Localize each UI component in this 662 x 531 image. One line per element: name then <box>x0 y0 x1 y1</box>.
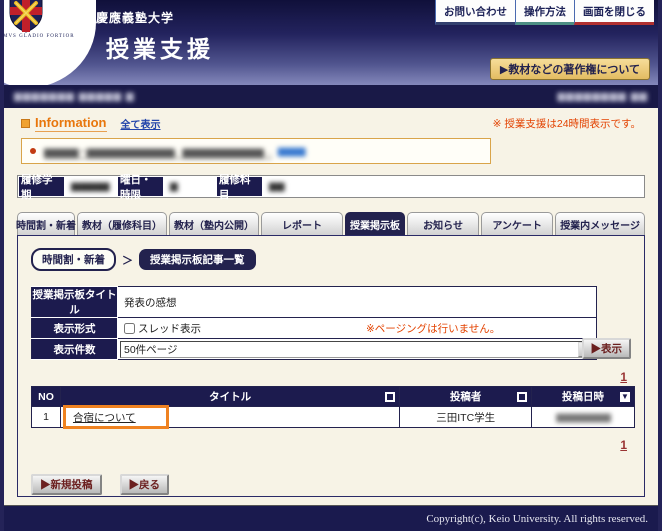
breadcrumb-article-list: 授業掲示板記事一覧 <box>139 249 256 270</box>
new-post-button[interactable]: ▶新規投稿 <box>31 474 102 495</box>
tab-bar: 時間割・新着 教材（履修科目） 教材（塾内公開） レポート 授業掲示板 お知らせ… <box>17 212 645 235</box>
close-screen-button[interactable]: 画面を閉じる <box>574 0 654 25</box>
sort-title-icon[interactable] <box>385 392 395 402</box>
app-window: Keio University CALAMVS GLADIO FORTIOR 慶… <box>0 0 662 531</box>
col-header-posted: 投稿日時 <box>562 389 604 404</box>
header-buttons: お問い合わせ 操作方法 画面を閉じる <box>435 0 654 25</box>
pagination-top: 1 <box>31 368 631 382</box>
sort-posted-desc-icon[interactable]: ▼ <box>620 392 630 402</box>
col-header-no: NO <box>32 387 61 407</box>
tab-report[interactable]: レポート <box>261 212 343 235</box>
display-format-label: 表示形式 <box>32 318 118 339</box>
keio-crest-icon <box>8 0 44 38</box>
pagination-bottom: 1 <box>31 436 631 450</box>
tab-news[interactable]: お知らせ <box>407 212 479 235</box>
board-title-value: 発表の感想 <box>118 287 597 318</box>
breadcrumb-arrow-icon: ＞ <box>122 252 133 268</box>
day-period-value-redacted: ▆ <box>164 176 216 197</box>
row-author: 三田ITC学生 <box>400 407 532 428</box>
breadcrumb: 時間割・新着 ＞ 授業掲示板記事一覧 <box>31 248 631 271</box>
user-name-redacted: ▆▆▆▆▆▆▆ ▆▆▆▆▆ ▆ <box>14 91 135 102</box>
tab-class-message[interactable]: 授業内メッセージ <box>555 212 645 235</box>
materials-copyright-button[interactable]: ▶教材などの著作権について <box>490 58 650 80</box>
help-button[interactable]: 操作方法 <box>515 0 574 25</box>
course-value-redacted: ▆▆ <box>263 176 644 197</box>
information-item-redacted: ▆▆▆▆▆・▆▆▆▆▆▆▆▆▆▆▆▆▆、▆▆▆▆▆▆▆▆▆▆▆▆… <box>44 143 272 159</box>
tab-survey[interactable]: アンケート <box>481 212 553 235</box>
semester-value-redacted: ▆▆▆▆▆ <box>65 176 117 197</box>
logo-area: Keio University CALAMVS GLADIO FORTIOR <box>4 0 96 85</box>
information-title: Information <box>35 115 107 132</box>
semester-label: 履修学期 <box>19 177 64 196</box>
bullet-icon <box>30 148 36 154</box>
show-all-link[interactable]: 全て表示 <box>121 116 161 131</box>
article-link[interactable]: 合宿について <box>73 412 136 424</box>
footer: Copyright(c), Keio University. All right… <box>4 505 658 531</box>
datetime-redacted: ▆▆▆▆▆▆▆▆ ▆▆ <box>557 91 648 102</box>
col-header-title: タイトル <box>209 389 251 404</box>
table-row: 1 合宿について 三田ITC学生 ▆▆▆▆▆▆▆▆ <box>32 407 635 428</box>
board-title-label: 授業掲示板タイトル <box>32 287 118 318</box>
tab-timetable[interactable]: 時間割・新着 <box>17 212 75 235</box>
information-square-icon <box>21 119 30 128</box>
content-panel: 時間割・新着 ＞ 授業掲示板記事一覧 授業掲示板タイトル 発表の感想 表示形式 <box>17 235 645 497</box>
day-period-label: 曜日・時限 <box>118 177 163 196</box>
header: Keio University CALAMVS GLADIO FORTIOR 慶… <box>4 0 658 85</box>
page-1-link-bottom[interactable]: 1 <box>620 438 627 452</box>
sort-author-icon[interactable] <box>517 392 527 402</box>
display-count-label: 表示件数 <box>32 339 118 360</box>
row-posted-redacted: ▆▆▆▆▆▆▆▆ <box>556 412 610 423</box>
show-button[interactable]: ▶表示 <box>582 338 632 359</box>
course-label: 履修科目 <box>217 177 262 196</box>
contact-button[interactable]: お問い合わせ <box>435 0 515 25</box>
tab-materials-public[interactable]: 教材（塾内公開） <box>169 212 259 235</box>
action-buttons: ▶新規投稿 ▶戻る <box>31 474 631 495</box>
university-motto: CALAMVS GLADIO FORTIOR <box>4 34 76 39</box>
page-size-value: 50件ページ <box>124 342 177 357</box>
article-table: NO タイトル 投稿者 <box>31 386 635 428</box>
back-button[interactable]: ▶戻る <box>120 474 170 495</box>
thread-view-checkbox[interactable] <box>124 323 135 334</box>
app-title: 授業支援 <box>106 30 214 64</box>
hours-note: ※ 授業支援は24時間表示です。 <box>493 116 641 131</box>
tab-bulletin-board[interactable]: 授業掲示板 <box>345 212 405 235</box>
copyright-text: Copyright(c), Keio University. All right… <box>426 513 648 525</box>
page-1-link[interactable]: 1 <box>620 370 627 384</box>
user-bar: ▆▆▆▆▆▆▆ ▆▆▆▆▆ ▆ ▆▆▆▆▆▆▆▆ ▆▆ <box>4 85 658 108</box>
main-area: Information 全て表示 ※ 授業支援は24時間表示です。 ▆▆▆▆▆・… <box>4 108 658 497</box>
information-header: Information 全て表示 ※ 授業支援は24時間表示です。 <box>21 115 641 132</box>
thread-view-label: スレッド表示 <box>138 321 201 336</box>
board-form: 授業掲示板タイトル 発表の感想 表示形式 スレッド表示 ※ページングは行いません… <box>31 286 631 360</box>
col-header-author: 投稿者 <box>450 389 482 404</box>
information-box: ▆▆▆▆▆・▆▆▆▆▆▆▆▆▆▆▆▆▆、▆▆▆▆▆▆▆▆▆▆▆▆… ▆▆▆▆ <box>21 138 491 164</box>
university-name-jp: 慶應義塾大学 <box>96 9 174 26</box>
breadcrumb-timetable[interactable]: 時間割・新着 <box>31 248 116 271</box>
row-no: 1 <box>32 407 61 428</box>
tab-materials-enrolled[interactable]: 教材（履修科目） <box>77 212 167 235</box>
information-item-link-redacted[interactable]: ▆▆▆▆ <box>278 146 305 157</box>
paging-note: ※ページングは行いません。 <box>366 321 500 336</box>
course-info-bar: 履修学期 ▆▆▆▆▆ 曜日・時限 ▆ 履修科目 ▆▆ <box>17 175 645 198</box>
page-size-select[interactable]: 50件ページ ▼ <box>120 341 594 358</box>
